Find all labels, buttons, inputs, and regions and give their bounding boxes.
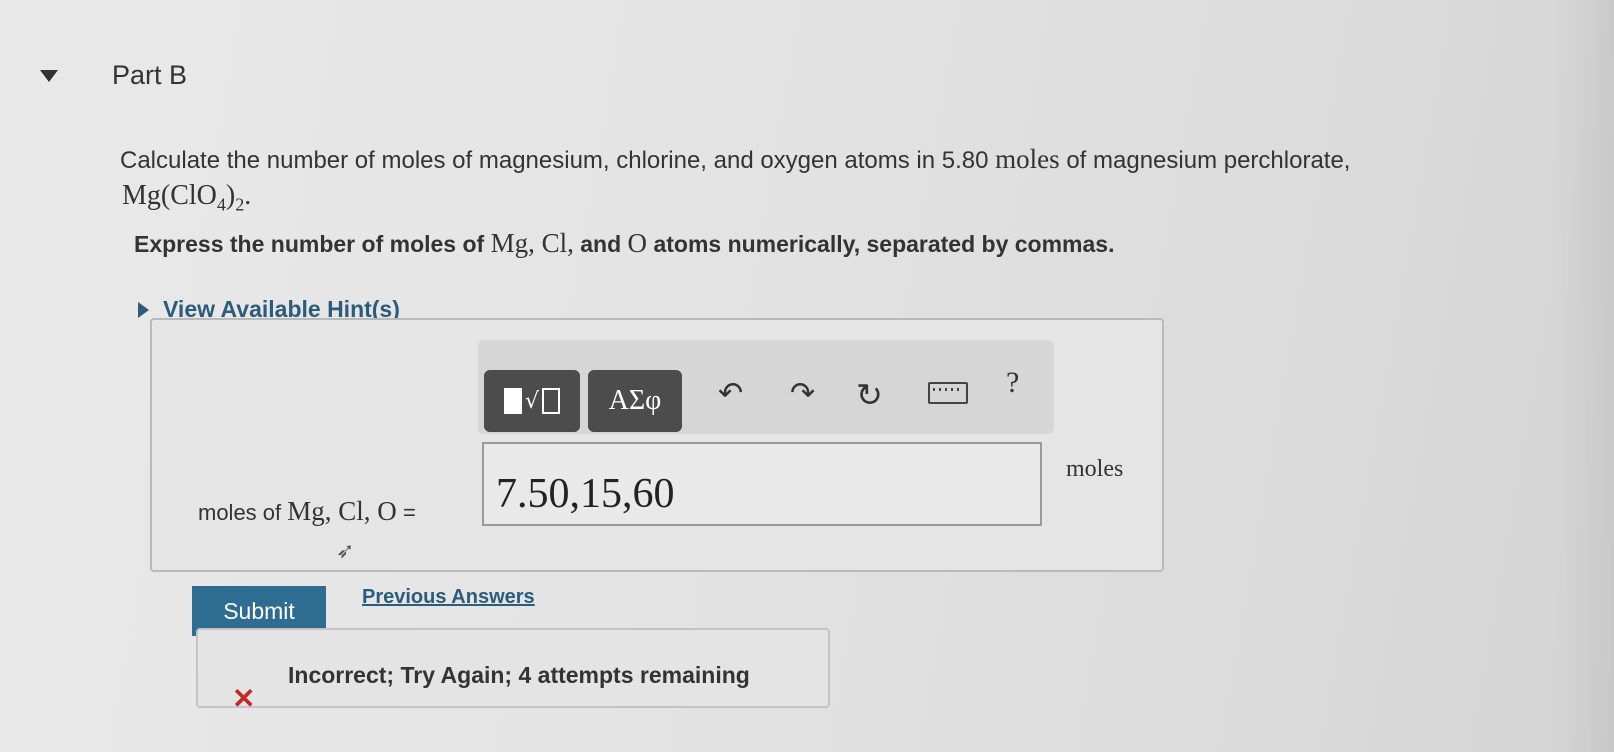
- answer-label-prefix: moles of: [198, 500, 282, 525]
- instruction-and: and: [580, 231, 622, 257]
- formula-subscript: 4: [216, 194, 226, 215]
- mouse-pointer-icon: ➶: [336, 538, 355, 563]
- answer-label-symbols: Mg, Cl, O: [287, 496, 397, 526]
- answer-label: moles of Mg, Cl, O =: [198, 496, 416, 527]
- instruction-suffix: atoms numerically, separated by commas.: [653, 231, 1115, 257]
- template-filled-box-icon: [503, 388, 522, 414]
- help-icon[interactable]: ?: [1006, 366, 1019, 400]
- templates-button[interactable]: √: [484, 370, 580, 432]
- feedback-message: Incorrect; Try Again; 4 attempts remaini…: [288, 662, 750, 688]
- expand-triangle-icon: [138, 301, 149, 318]
- part-title: Part B: [112, 60, 188, 90]
- instruction-text: Express the number of moles of Mg, Cl, a…: [134, 228, 1114, 259]
- redo-icon[interactable]: ↷: [790, 376, 815, 411]
- formula-close: ): [225, 180, 236, 211]
- answer-label-equals: =: [402, 500, 416, 525]
- greek-symbols-button[interactable]: ΑΣφ: [588, 370, 682, 432]
- question-text: Calculate the number of moles of magnesi…: [120, 142, 1350, 177]
- question-unit: moles: [995, 144, 1060, 174]
- previous-answers-link[interactable]: Previous Answers: [362, 586, 535, 609]
- instruction-prefix: Express the number of moles of: [134, 231, 485, 257]
- collapse-triangle-icon[interactable]: [40, 70, 58, 82]
- keyboard-icon[interactable]: [928, 382, 968, 404]
- formula-subscript-2: 2: [235, 194, 245, 215]
- background-shade: [1554, 0, 1614, 752]
- undo-icon[interactable]: ↶: [718, 376, 743, 411]
- answer-input[interactable]: 7.50,15,60: [482, 442, 1042, 526]
- formula-main: Mg(ClO: [122, 180, 217, 211]
- question-text-before: Calculate the number of moles of magnesi…: [120, 147, 989, 174]
- chemical-formula: Mg(ClO4)2.: [122, 180, 251, 216]
- reset-icon[interactable]: ↻: [856, 376, 883, 414]
- template-empty-box-icon: [542, 388, 561, 414]
- radical-icon: √: [524, 388, 540, 414]
- math-toolbar: √ ΑΣφ ↶ ↷ ↻ ?: [478, 340, 1054, 434]
- formula-end: .: [244, 180, 252, 211]
- unit-label: moles: [1066, 456, 1124, 482]
- instruction-o-symbol: O: [627, 228, 648, 258]
- instruction-symbols: Mg, Cl,: [490, 228, 574, 258]
- question-text-after: of magnesium perchlorate,: [1066, 147, 1351, 174]
- incorrect-x-icon: ✕: [232, 683, 256, 714]
